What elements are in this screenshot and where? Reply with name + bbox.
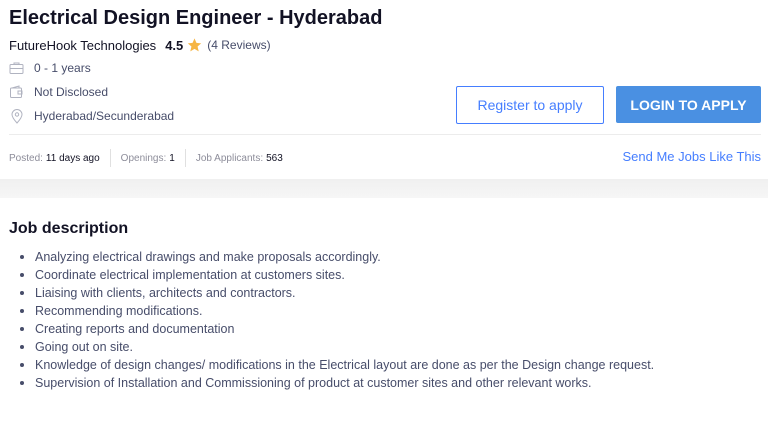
job-description-heading: Job description xyxy=(9,220,129,237)
posted-value: 11 days ago xyxy=(45,152,100,164)
salary-row: Not Disclosed xyxy=(9,83,108,101)
location-row: Hyderabad/Secunderabad xyxy=(9,107,174,125)
applicants-value: 563 xyxy=(266,152,283,164)
job-header-card: Electrical Design Engineer - Hyderabad F… xyxy=(0,0,768,179)
location-text[interactable]: Hyderabad/Secunderabad xyxy=(34,109,174,123)
list-item: Coordinate electrical implementation at … xyxy=(20,266,768,284)
send-me-jobs-like-this-link[interactable]: Send Me Jobs Like This xyxy=(623,149,762,164)
posted-stat: Posted: 11 days ago xyxy=(9,153,100,164)
job-title: Electrical Design Engineer - Hyderabad xyxy=(9,7,383,29)
reviews-link[interactable]: (4 Reviews) xyxy=(207,38,270,52)
list-item: Analyzing electrical drawings and make p… xyxy=(20,248,768,266)
company-rating: 4.5 xyxy=(165,37,184,53)
wallet-icon xyxy=(9,85,24,100)
openings-value: 1 xyxy=(169,152,175,164)
job-description-card: Job description Analyzing electrical dra… xyxy=(0,198,768,392)
job-stats: Posted: 11 days ago Openings: 1 Job Appl… xyxy=(9,149,283,167)
company-name[interactable]: FutureHook Technologies xyxy=(9,38,156,53)
openings-label: Openings: xyxy=(120,152,167,164)
list-item: Supervision of Installation and Commissi… xyxy=(20,374,768,392)
experience-row: 0 - 1 years xyxy=(9,59,91,77)
list-item: Knowledge of design changes/ modificatio… xyxy=(20,356,768,374)
list-item: Recommending modifications. xyxy=(20,302,768,320)
applicants-stat: Job Applicants: 563 xyxy=(196,153,283,164)
star-icon xyxy=(186,37,203,53)
posted-label: Posted: xyxy=(9,152,43,164)
stat-separator xyxy=(109,149,111,167)
briefcase-icon xyxy=(9,61,24,76)
stat-separator xyxy=(184,149,186,167)
experience-text: 0 - 1 years xyxy=(34,61,91,75)
register-to-apply-button[interactable]: Register to apply xyxy=(456,86,604,124)
company-row: FutureHook Technologies 4.5 (4 Reviews) xyxy=(9,37,271,53)
login-to-apply-button[interactable]: LOGIN TO APPLY xyxy=(616,86,761,123)
section-gap xyxy=(0,179,768,198)
salary-text: Not Disclosed xyxy=(34,85,109,99)
list-item: Going out on site. xyxy=(20,338,768,356)
applicants-label: Job Applicants: xyxy=(195,152,264,164)
divider xyxy=(9,134,761,135)
list-item: Liaising with clients, architects and co… xyxy=(20,284,768,302)
location-pin-icon xyxy=(9,108,24,124)
list-item: Creating reports and documentation xyxy=(20,320,768,338)
openings-stat: Openings: 1 xyxy=(121,153,175,164)
job-description-list: Analyzing electrical drawings and make p… xyxy=(20,248,768,392)
